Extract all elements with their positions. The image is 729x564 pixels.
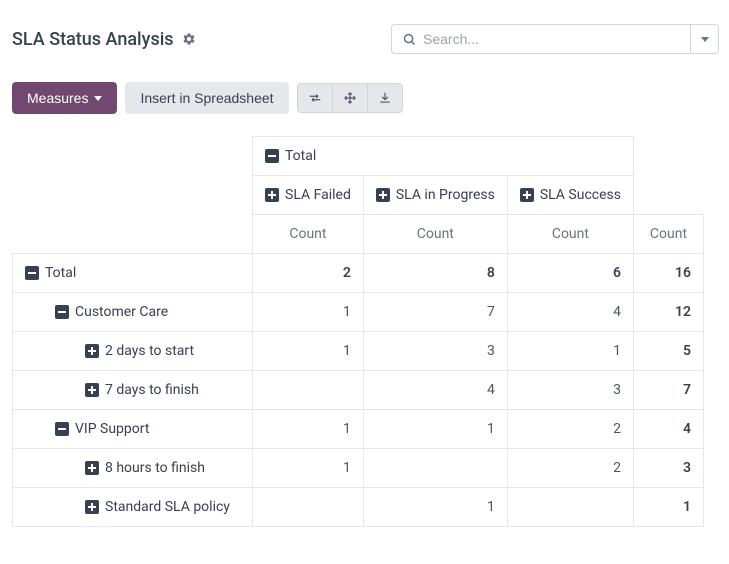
row-label-text: Standard SLA policy xyxy=(105,499,230,515)
row-label-text: Total xyxy=(45,265,76,281)
collapse-icon[interactable] xyxy=(55,305,69,319)
value-cell: 1 xyxy=(363,488,507,527)
expand-icon[interactable] xyxy=(520,188,534,202)
row-total-cell: 4 xyxy=(633,410,703,449)
pivot-table: Total SLA Failed SLA in Progress SLA Succe… xyxy=(12,136,704,527)
table-row: Standard SLA policy 1 1 xyxy=(13,488,704,527)
value-cell: 1 xyxy=(253,410,364,449)
row-total-cell: 5 xyxy=(633,332,703,371)
expand-icon[interactable] xyxy=(85,500,99,514)
value-cell: 8 xyxy=(363,254,507,293)
value-cell: 1 xyxy=(253,332,364,371)
chevron-down-icon xyxy=(701,37,709,42)
collapse-icon[interactable] xyxy=(55,422,69,436)
search-dropdown[interactable] xyxy=(691,24,719,54)
row-label-text: VIP Support xyxy=(75,421,149,437)
value-cell: 4 xyxy=(363,371,507,410)
value-cell: 1 xyxy=(363,410,507,449)
table-row: Total 28616 xyxy=(13,254,704,293)
expand-icon[interactable] xyxy=(85,344,99,358)
row-header[interactable]: 7 days to finish xyxy=(13,371,253,410)
search-icon xyxy=(402,32,417,47)
row-label-text: 2 days to start xyxy=(105,343,194,359)
row-header[interactable]: VIP Support xyxy=(13,410,253,449)
row-header[interactable]: 2 days to start xyxy=(13,332,253,371)
value-cell: 3 xyxy=(507,371,633,410)
table-row: VIP Support1124 xyxy=(13,410,704,449)
value-cell: 2 xyxy=(253,254,364,293)
value-cell: 1 xyxy=(253,449,364,488)
value-cell: 6 xyxy=(507,254,633,293)
collapse-icon[interactable] xyxy=(265,149,279,163)
row-total-cell: 1 xyxy=(633,488,703,527)
measure-label: Count xyxy=(253,215,364,254)
expand-all-button[interactable] xyxy=(333,83,368,113)
col-header-label: SLA Success xyxy=(540,187,621,203)
value-cell: 7 xyxy=(363,293,507,332)
value-cell: 1 xyxy=(507,332,633,371)
measure-label: Count xyxy=(633,215,703,254)
value-cell xyxy=(507,488,633,527)
row-header[interactable]: 8 hours to finish xyxy=(13,449,253,488)
expand-icon[interactable] xyxy=(376,188,390,202)
col-header[interactable]: SLA in Progress xyxy=(363,176,507,215)
row-total-cell: 3 xyxy=(633,449,703,488)
download-button[interactable] xyxy=(368,83,403,113)
value-cell xyxy=(253,371,364,410)
value-cell: 1 xyxy=(253,293,364,332)
expand-icon[interactable] xyxy=(85,383,99,397)
row-header[interactable]: Total xyxy=(13,254,253,293)
search-input[interactable] xyxy=(423,31,680,47)
collapse-icon[interactable] xyxy=(25,266,39,280)
col-total-label: Total xyxy=(285,148,316,164)
value-cell: 2 xyxy=(507,410,633,449)
row-header[interactable]: Customer Care xyxy=(13,293,253,332)
row-label-text: Customer Care xyxy=(75,304,168,320)
row-total-cell: 7 xyxy=(633,371,703,410)
row-label-text: 8 hours to finish xyxy=(105,460,205,476)
row-total-cell: 16 xyxy=(633,254,703,293)
measures-button[interactable]: Measures xyxy=(12,82,117,114)
expand-icon[interactable] xyxy=(265,188,279,202)
row-label-text: 7 days to finish xyxy=(105,382,199,398)
measures-label: Measures xyxy=(27,90,88,106)
insert-spreadsheet-button[interactable]: Insert in Spreadsheet xyxy=(125,82,288,114)
row-total-cell: 12 xyxy=(633,293,703,332)
col-header-label: SLA Failed xyxy=(285,187,351,203)
measure-label: Count xyxy=(507,215,633,254)
col-header[interactable]: SLA Failed xyxy=(253,176,364,215)
search-box[interactable] xyxy=(391,24,691,54)
page-title: SLA Status Analysis xyxy=(12,29,174,50)
value-cell: 3 xyxy=(363,332,507,371)
chevron-down-icon xyxy=(94,96,102,101)
table-row: 2 days to start1315 xyxy=(13,332,704,371)
table-row: Customer Care 17412 xyxy=(13,293,704,332)
col-header-label: SLA in Progress xyxy=(396,187,495,203)
value-cell xyxy=(363,449,507,488)
gear-icon[interactable] xyxy=(182,32,196,46)
value-cell xyxy=(253,488,364,527)
expand-icon[interactable] xyxy=(85,461,99,475)
table-row: 8 hours to finish 1 23 xyxy=(13,449,704,488)
value-cell: 4 xyxy=(507,293,633,332)
table-row: 7 days to finish 437 xyxy=(13,371,704,410)
value-cell: 2 xyxy=(507,449,633,488)
col-header[interactable]: SLA Success xyxy=(507,176,633,215)
measure-label: Count xyxy=(363,215,507,254)
row-header[interactable]: Standard SLA policy xyxy=(13,488,253,527)
flip-axis-button[interactable] xyxy=(297,83,333,113)
